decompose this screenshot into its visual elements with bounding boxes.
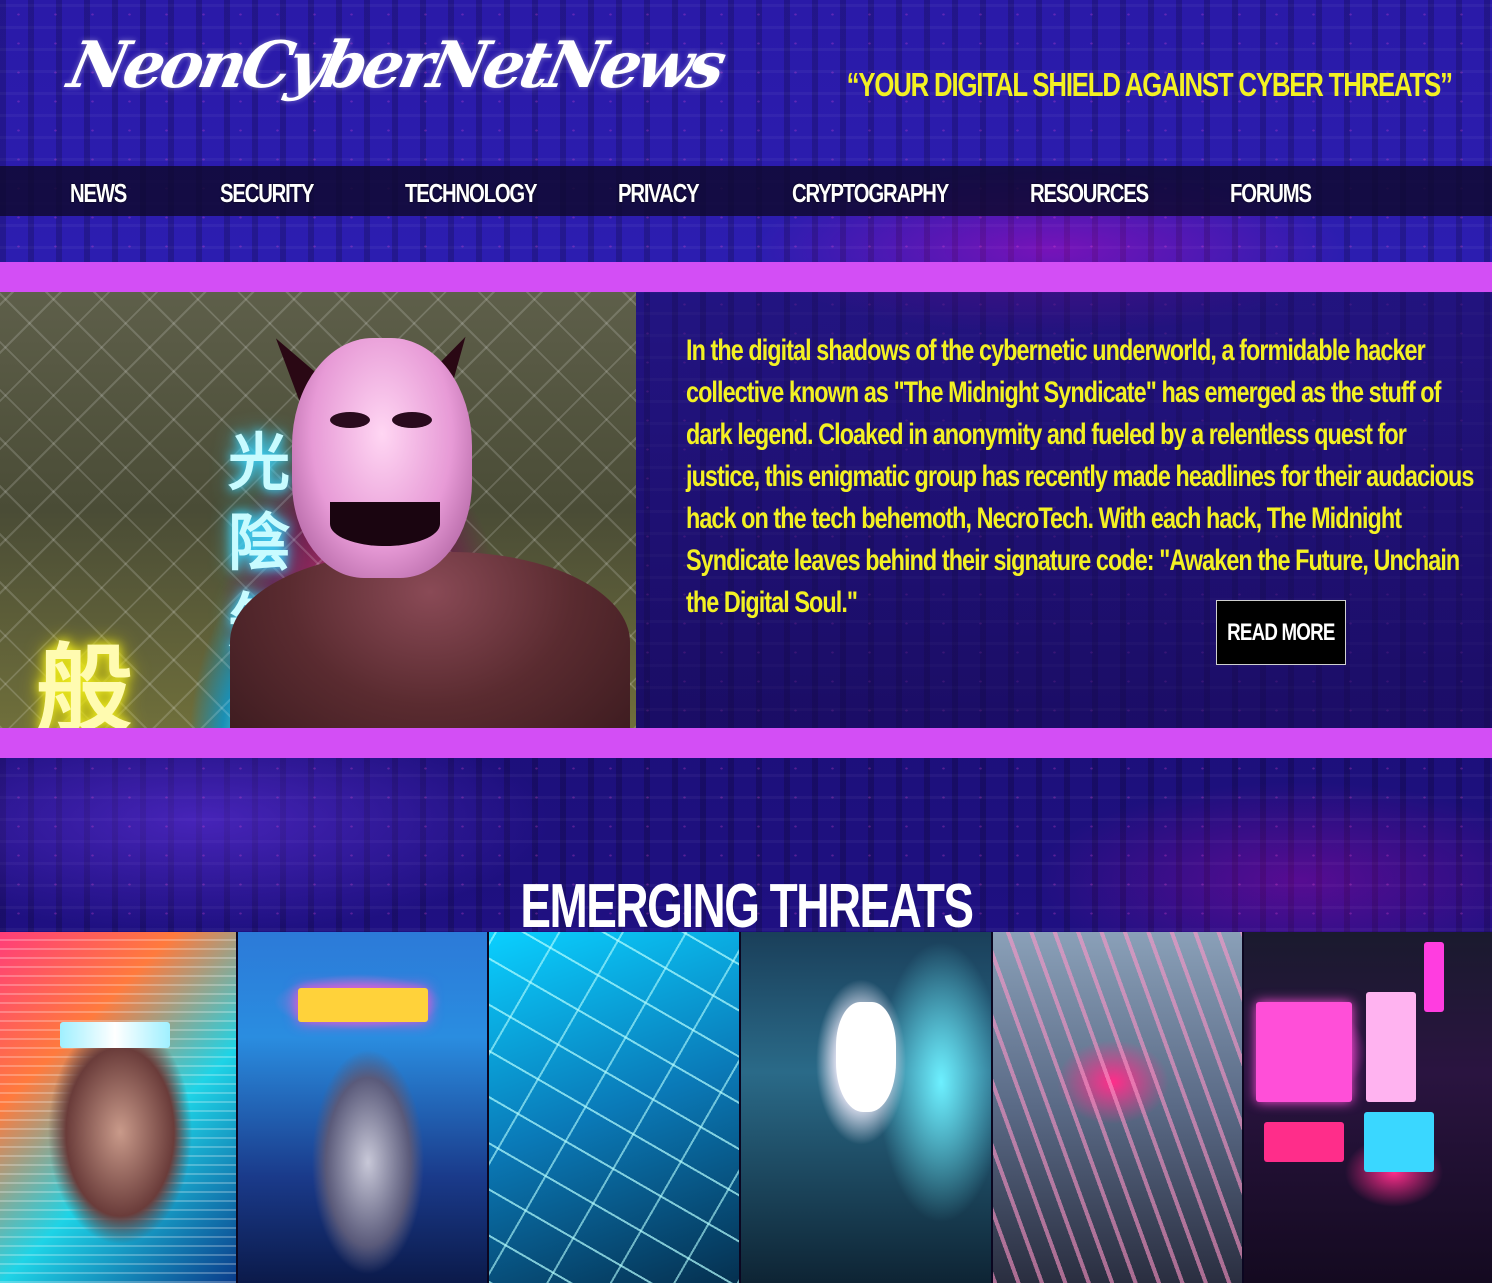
- visor-shape: [60, 1022, 170, 1048]
- threats-gallery: [0, 932, 1492, 1283]
- gallery-tile-neon-signs[interactable]: [1244, 932, 1492, 1283]
- mask-eye: [330, 412, 370, 428]
- featured-article-body: In the digital shadows of the cybernetic…: [686, 330, 1476, 624]
- neon-sign: [1264, 1122, 1345, 1162]
- nav-item-forums[interactable]: FORUMS: [1230, 178, 1312, 209]
- neon-sign-char: 般: [36, 634, 132, 728]
- article-body-text: In the digital shadows of the cybernetic…: [686, 334, 1474, 619]
- read-more-label: READ MORE: [1227, 618, 1335, 646]
- gallery-tile-gunman[interactable]: [237, 932, 490, 1283]
- top-divider-stripe: [0, 262, 1492, 292]
- gallery-tile-visor-woman[interactable]: [0, 932, 238, 1283]
- site-logo[interactable]: NeonCyberNetNews: [62, 28, 729, 103]
- nav-item-cryptography[interactable]: CRYPTOGRAPHY: [792, 178, 949, 209]
- nav-item-news[interactable]: NEWS: [70, 178, 127, 209]
- read-more-button[interactable]: READ MORE: [1216, 600, 1346, 665]
- neon-sign: [1424, 942, 1445, 1012]
- neon-sign-char: 光: [228, 426, 291, 499]
- nav-item-security[interactable]: SECURITY: [220, 178, 314, 209]
- featured-image[interactable]: 光 陰 矢 般: [0, 292, 636, 728]
- nav-item-technology[interactable]: TECHNOLOGY: [405, 178, 538, 209]
- fox-mask-shape: [836, 1002, 896, 1112]
- gallery-tile-fox-mask[interactable]: [741, 932, 993, 1283]
- gallery-tile-neon-lines[interactable]: [489, 932, 741, 1283]
- mask-mouth: [330, 502, 440, 546]
- bottom-divider-stripe: [0, 728, 1492, 758]
- neon-sign: [1364, 1112, 1435, 1172]
- fur-coat: [230, 552, 630, 728]
- neon-sign: [1366, 992, 1417, 1102]
- neon-sign: [1256, 1002, 1353, 1102]
- gallery-tile-building[interactable]: [992, 932, 1245, 1283]
- nav-item-privacy[interactable]: PRIVACY: [618, 178, 700, 209]
- main-nav: NEWS SECURITY TECHNOLOGY PRIVACY CRYPTOG…: [0, 166, 1492, 216]
- nav-item-resources[interactable]: RESOURCES: [1030, 178, 1149, 209]
- mask-eye: [392, 412, 432, 428]
- neon-sign: [297, 988, 428, 1022]
- site-tagline: “YOUR DIGITAL SHIELD AGAINST CYBER THREA…: [846, 66, 1453, 103]
- neon-sign-char: 陰: [228, 506, 291, 579]
